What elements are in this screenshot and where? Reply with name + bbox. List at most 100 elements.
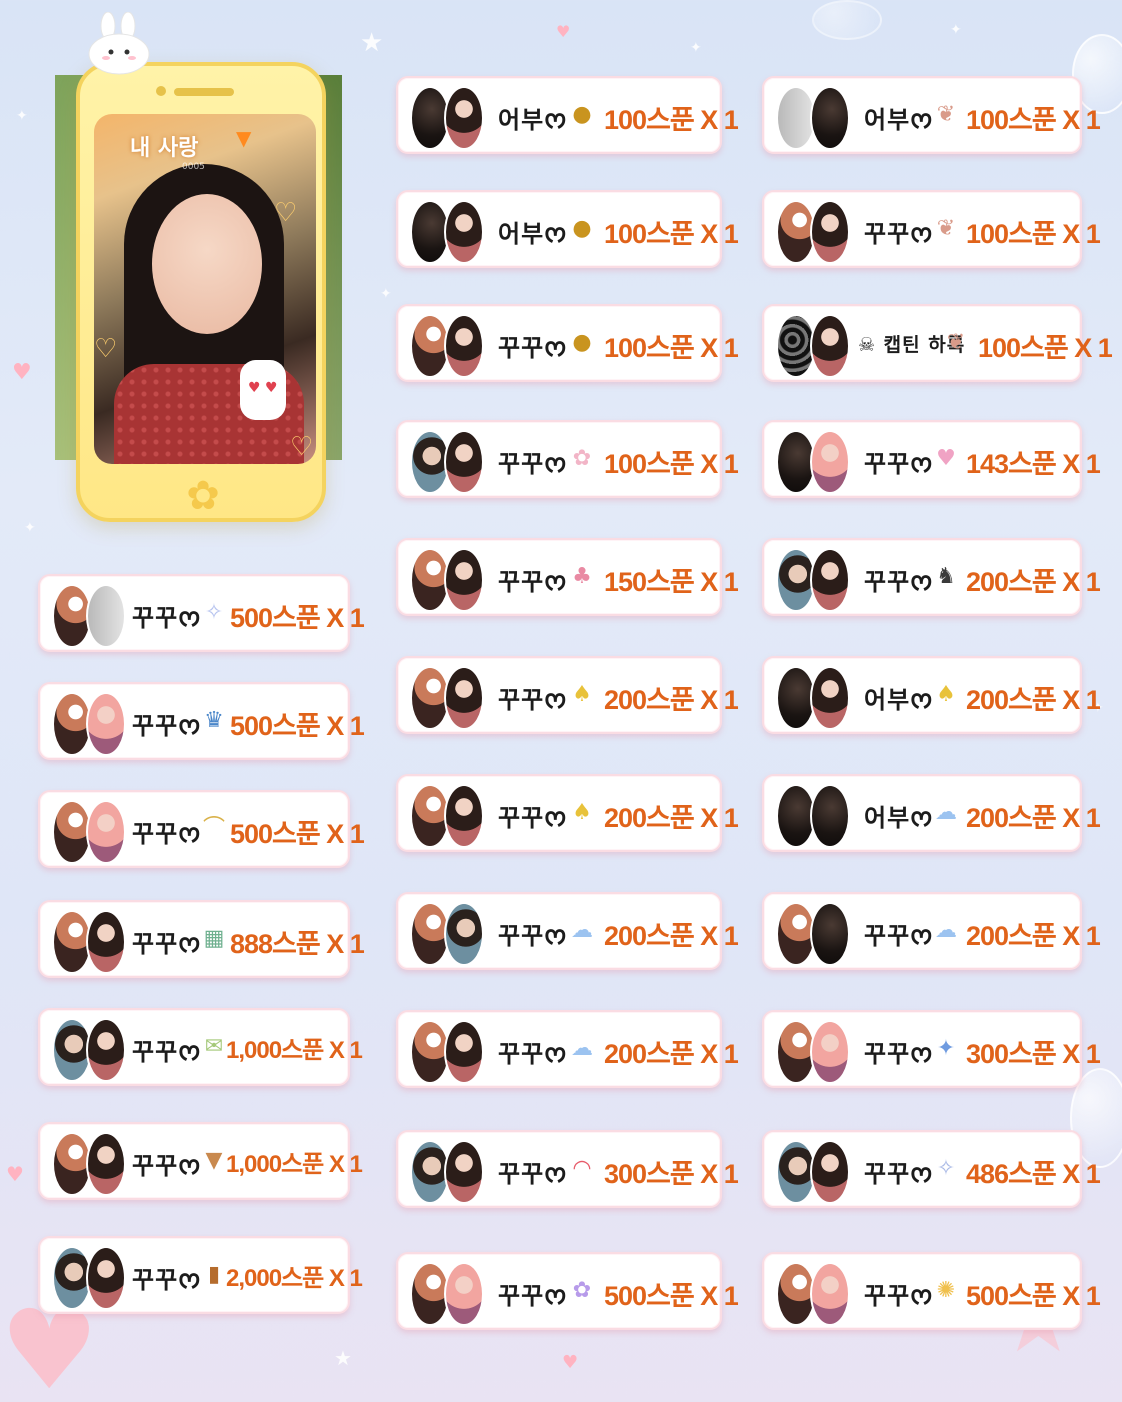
avatar <box>86 584 126 648</box>
gift-amount: 100스푼 X 1 <box>604 219 739 249</box>
gift-card: 꾸꾸ᰔ ♞ 200스푼 X 1 <box>762 538 1101 616</box>
gift-amount: 100스푼 X 1 <box>604 105 739 135</box>
avatar-pair <box>776 86 850 150</box>
candy-icon: ❦ <box>936 102 956 127</box>
gauge-icon: ◠ <box>572 1156 592 1181</box>
avatar <box>810 1262 850 1326</box>
sender-nickname: 꾸꾸ᰔ <box>864 922 934 950</box>
gift-amount: 486스푼 X 1 <box>966 1159 1101 1189</box>
avatar-pair <box>776 666 850 730</box>
sender-nickname: 어부ᰔ <box>864 804 934 832</box>
photo-face <box>152 194 262 334</box>
gift-amount: 200스푼 X 1 <box>966 803 1101 833</box>
avatar-pair <box>52 584 126 648</box>
sender-nickname: 꾸꾸ᰔ <box>132 604 202 632</box>
gift-card: 꾸꾸ᰔ ▼ 1,000스푼 X 1 <box>38 1122 363 1200</box>
gift-card: 꾸꾸ᰔ ✉ 1,000스푼 X 1 <box>38 1008 363 1086</box>
map-icon: ▦ <box>203 926 225 951</box>
avatar-pair <box>410 86 484 150</box>
gift-amount: 1,000스푼 X 1 <box>226 1037 363 1064</box>
avatar-pair <box>776 1020 850 1084</box>
heart-gift-icon: ♥ <box>936 446 956 471</box>
gift-amount: 143스푼 X 1 <box>966 449 1101 479</box>
avatar-pair <box>776 200 850 264</box>
pineapple-icon: ♠ <box>572 800 592 825</box>
sender-nickname: 꾸꾸ᰔ <box>498 450 568 478</box>
gift-card: 꾸꾸ᰔ ♥ 143스푼 X 1 <box>762 420 1101 498</box>
avatar-pair <box>410 200 484 264</box>
sender-nickname: 어부ᰔ <box>864 106 934 134</box>
heart-decoration: ♥ <box>6 1162 24 1186</box>
gift-card: 꾸꾸ᰔ ◠ 300스푼 X 1 <box>396 1130 739 1208</box>
heart-icon: ♡ <box>290 432 314 462</box>
sender-nickname: 꾸꾸ᰔ <box>864 1040 934 1068</box>
phone-speaker <box>174 88 234 96</box>
flower-icon: ✿ <box>572 1278 592 1303</box>
gift-card: 꾸꾸ᰔ ☁ 200스푼 X 1 <box>396 1010 739 1088</box>
bowl-icon: ● <box>572 330 592 355</box>
gift-card: 어부ᰔ ♠ 200스푼 X 1 <box>762 656 1101 734</box>
gift-amount: 100스푼 X 1 <box>604 333 739 363</box>
avatar-pair <box>776 902 850 966</box>
gift-amount: 200스푼 X 1 <box>966 567 1101 597</box>
gift-card: 꾸꾸ᰔ ▦ 888스푼 X 1 <box>38 900 365 978</box>
sender-nickname: 꾸꾸ᰔ <box>864 568 934 596</box>
avatar <box>810 1020 850 1084</box>
avatar-pair <box>52 1246 126 1310</box>
avatar <box>810 200 850 264</box>
heart-eyes-icon: ♥ ♥ <box>248 380 278 396</box>
sender-nickname: 꾸꾸ᰔ <box>132 930 202 958</box>
gift-amount: 500스푼 X 1 <box>604 1281 739 1311</box>
sparkle-gift-icon: ✧ <box>204 600 224 625</box>
heart-decoration: ♥ <box>562 1352 579 1373</box>
avatar <box>810 86 850 150</box>
gift-amount: 150스푼 X 1 <box>604 567 739 597</box>
bunny-sticker-icon: ♥ ♥ <box>240 360 286 420</box>
gift-amount: 200스푼 X 1 <box>604 1039 739 1069</box>
gift-card: 어부ᰔ ● 100스푼 X 1 <box>396 76 739 154</box>
avatar <box>444 430 484 494</box>
gift-amount: 500스푼 X 1 <box>230 819 365 849</box>
gift-card: 꾸꾸ᰔ ✧ 486스푼 X 1 <box>762 1130 1101 1208</box>
gift-amount: 500스푼 X 1 <box>966 1281 1101 1311</box>
bubble-decoration <box>812 0 882 40</box>
gift-card: 꾸꾸ᰔ ❦ 100스푼 X 1 <box>762 190 1101 268</box>
sender-nickname: 꾸꾸ᰔ <box>132 1038 202 1066</box>
bunny-icon <box>88 12 150 75</box>
sender-nickname: 어부ᰔ <box>864 686 934 714</box>
carrot-icon: ▼ <box>236 126 252 150</box>
avatar-pair <box>410 784 484 848</box>
star-decoration: ★ <box>360 28 384 58</box>
gift-card: 꾸꾸ᰔ ♛ 500스푼 X 1 <box>38 682 365 760</box>
avatar <box>86 692 126 756</box>
sender-nickname: 어부ᰔ <box>498 220 568 248</box>
avatar-pair <box>776 548 850 612</box>
avatar <box>810 1140 850 1204</box>
gift-card: 꾸꾸ᰔ ☁ 200스푼 X 1 <box>396 892 739 970</box>
sender-nickname: 꾸꾸ᰔ <box>132 1266 202 1294</box>
avatar-pair <box>52 910 126 974</box>
gift-amount: 200스푼 X 1 <box>966 921 1101 951</box>
cloud-icon: ☁ <box>571 918 593 943</box>
avatar <box>444 314 484 378</box>
sparkle-gift-icon: ✺ <box>936 1278 956 1303</box>
spinner-icon: ✦ <box>936 1036 956 1061</box>
gift-amount: 1,000스푼 X 1 <box>226 1151 363 1178</box>
avatar <box>444 902 484 966</box>
gift-card: 꾸꾸ᰔ ✿ 100스푼 X 1 <box>396 420 739 498</box>
gift-card: 어부ᰔ ☁ 200스푼 X 1 <box>762 774 1101 852</box>
avatar-pair <box>52 1018 126 1082</box>
avatar <box>444 666 484 730</box>
avatar-pair <box>410 902 484 966</box>
icecream-icon: ▼ <box>205 1148 223 1173</box>
stars-icon: ✧ <box>936 1156 956 1181</box>
avatar <box>444 548 484 612</box>
avatar <box>444 1140 484 1204</box>
gift-amount: 500스푼 X 1 <box>230 603 365 633</box>
gift-amount: 100스푼 X 1 <box>966 219 1101 249</box>
gift-card: 꾸꾸ᰔ ♣ 150스푼 X 1 <box>396 538 739 616</box>
frame-icon: ♛ <box>204 708 224 733</box>
cake-icon: ♣ <box>572 564 592 589</box>
gift-amount: 300스푼 X 1 <box>604 1159 739 1189</box>
gift-card: ☠ 캡틴 하록 ❦ 100스푼 X 1 <box>762 304 1113 382</box>
